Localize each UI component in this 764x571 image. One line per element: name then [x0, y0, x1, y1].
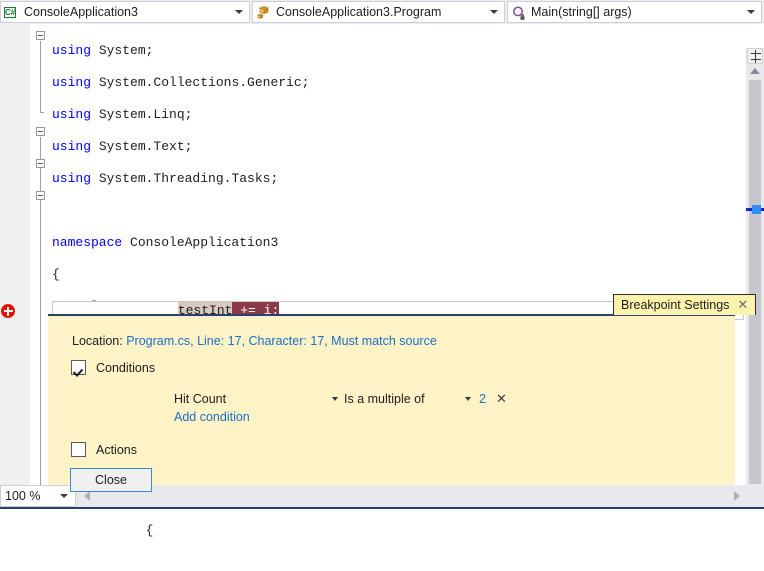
condition-type-value: Hit Count: [174, 392, 227, 406]
chevron-down-icon[interactable]: [747, 10, 755, 14]
scrollbar-corner: [746, 487, 764, 509]
condition-type-dropdown[interactable]: Hit Count: [174, 390, 344, 408]
zoom-level-value: 100 %: [5, 489, 41, 503]
scroll-left-icon[interactable]: [84, 491, 90, 501]
horizontal-scrollbar[interactable]: [78, 485, 746, 507]
chevron-down-icon[interactable]: [235, 10, 243, 14]
conditional-breakpoint-icon[interactable]: [1, 304, 15, 318]
close-icon[interactable]: ✕: [737, 298, 748, 311]
split-view-icon[interactable]: [747, 48, 763, 64]
condition-value-input[interactable]: 2: [479, 392, 486, 406]
code-line: using System.Text;: [52, 139, 193, 154]
fold-line-end: [40, 112, 44, 113]
code-line: using System.Linq;: [52, 107, 193, 122]
member-dropdown[interactable]: Main(string[] args): [507, 1, 762, 23]
code-line: {: [52, 267, 60, 282]
chevron-down-icon[interactable]: [465, 397, 471, 401]
zoom-level-dropdown[interactable]: 100 %: [0, 485, 76, 507]
fold-toggle-namespace[interactable]: [36, 127, 45, 136]
condition-operator-value: Is a multiple of: [344, 392, 425, 406]
navigation-bar: C# ConsoleApplication3 ConsoleApplicatio…: [0, 0, 764, 24]
csharp-project-icon: C#: [4, 7, 17, 18]
vertical-scrollbar[interactable]: [746, 48, 764, 509]
code-line: using System;: [52, 43, 154, 58]
location-link[interactable]: Program.cs, Line: 17, Character: 17, Mus…: [126, 334, 437, 348]
breakpoint-gutter[interactable]: [0, 24, 30, 485]
code-line: using System.Collections.Generic;: [52, 75, 310, 90]
fold-line: [40, 41, 41, 112]
chevron-down-icon[interactable]: [490, 10, 498, 14]
type-dropdown-label: ConsoleApplication3.Program: [276, 5, 442, 19]
code-line: namespace ConsoleApplication3: [52, 235, 279, 250]
member-dropdown-label: Main(string[] args): [531, 5, 632, 19]
condition-operator-dropdown[interactable]: Is a multiple of: [344, 390, 477, 408]
actions-row[interactable]: Actions: [71, 442, 137, 457]
scrollbar-thumb[interactable]: [749, 80, 761, 484]
condition-editor-row: Hit Count Is a multiple of 2 ✕: [174, 390, 514, 408]
fold-toggle-class[interactable]: [36, 159, 45, 168]
scroll-right-icon[interactable]: [734, 491, 740, 501]
fold-toggle-usings[interactable]: [36, 31, 45, 40]
scroll-up-icon[interactable]: [750, 68, 760, 74]
actions-label: Actions: [96, 442, 137, 457]
visual-studio-editor-window: C# ConsoleApplication3 ConsoleApplicatio…: [0, 0, 764, 538]
code-line: {: [52, 523, 154, 538]
chevron-down-icon[interactable]: [60, 494, 68, 498]
actions-checkbox[interactable]: [71, 442, 86, 457]
location-label: Location:: [72, 334, 123, 348]
remove-condition-icon[interactable]: ✕: [496, 392, 507, 405]
breakpoint-location: Location: Program.cs, Line: 17, Characte…: [72, 334, 437, 348]
chevron-down-icon[interactable]: [332, 397, 338, 401]
project-dropdown[interactable]: C# ConsoleApplication3: [0, 1, 250, 23]
close-button[interactable]: Close: [70, 468, 152, 492]
project-dropdown-label: ConsoleApplication3: [24, 5, 138, 19]
breakpoint-settings-title: Breakpoint Settings: [621, 298, 730, 312]
method-private-icon: [511, 5, 529, 21]
conditions-row[interactable]: Conditions: [71, 360, 155, 375]
conditions-checkbox[interactable]: [71, 360, 86, 375]
fold-line: [40, 137, 41, 485]
breakpoint-settings-panel: Location: Program.cs, Line: 17, Characte…: [48, 314, 735, 492]
breakpoint-settings-tab[interactable]: Breakpoint Settings ✕: [613, 294, 757, 315]
code-line: using System.Threading.Tasks;: [52, 171, 279, 186]
fold-toggle-method[interactable]: [36, 191, 45, 200]
type-dropdown[interactable]: ConsoleApplication3.Program: [252, 1, 505, 23]
conditions-label: Conditions: [96, 360, 156, 375]
class-icon: [256, 5, 274, 21]
caret-position-box: [752, 205, 761, 214]
add-condition-link[interactable]: Add condition: [174, 410, 250, 424]
